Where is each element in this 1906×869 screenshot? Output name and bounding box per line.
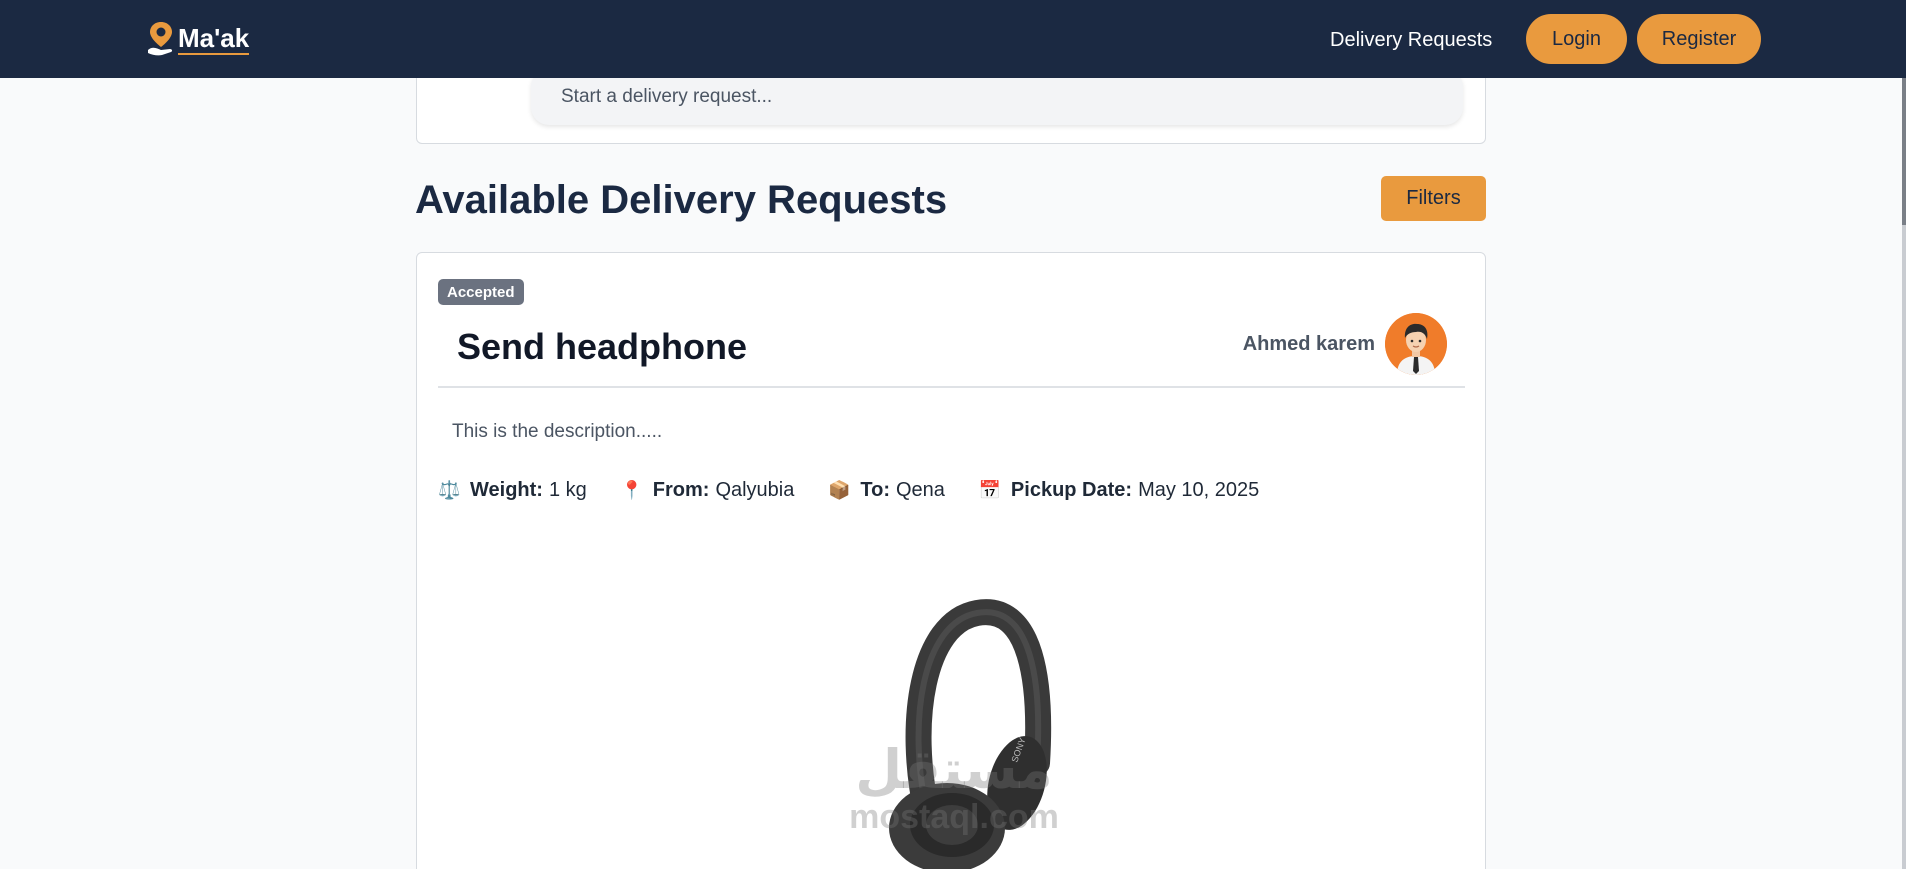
login-button[interactable]: Login [1526, 14, 1627, 64]
brand-name: Ma'ak [178, 23, 250, 55]
meta-from-label: From: [652, 479, 710, 501]
meta-weight-label: Weight: [470, 479, 543, 501]
navbar: Ma'ak Delivery Requests Login Register [0, 0, 1906, 78]
package-icon: 📦 [828, 480, 851, 500]
request-card[interactable]: Accepted Send headphone Ahmed karem This… [416, 252, 1486, 869]
pin-icon: 📍 [620, 480, 644, 500]
status-badge: Accepted [438, 279, 524, 305]
meta-weight-value: 1 kg [548, 479, 587, 501]
meta-to-value: Qena [895, 479, 945, 501]
divider [438, 386, 1465, 388]
meta-from-value: Qalyubia [715, 479, 795, 501]
meta-pickup-date: 📅 Pickup Date: May 10, 2025 [979, 479, 1259, 502]
scale-icon: ⚖️ [438, 480, 461, 500]
request-owner[interactable]: Ahmed karem [1243, 313, 1447, 375]
request-description: This is the description..... [452, 421, 663, 442]
filters-button[interactable]: Filters [1381, 176, 1486, 221]
location-pin-hand-icon [148, 22, 173, 56]
brand-logo[interactable]: Ma'ak [146, 20, 250, 58]
page-title: Available Delivery Requests [415, 178, 948, 222]
watermark-text: mostaql.com [849, 798, 1059, 836]
owner-name: Ahmed karem [1242, 332, 1375, 355]
meta-weight: ⚖️ Weight: 1 kg [438, 479, 587, 502]
meta-to: 📦 To: Qena [828, 479, 945, 502]
meta-from: 📍 From: Qalyubia [621, 479, 795, 502]
avatar[interactable] [1385, 313, 1447, 375]
scrollbar[interactable] [1902, 0, 1906, 869]
meta-pickup-date-value: May 10, 2025 [1138, 479, 1260, 501]
watermark-arabic: مستقل [855, 738, 1053, 801]
meta-to-label: To: [860, 479, 890, 501]
request-title: Send headphone [457, 326, 748, 367]
watermark: مستقل mostaql.com [839, 738, 1069, 836]
nav-link-delivery-requests[interactable]: Delivery Requests [1330, 26, 1492, 54]
request-meta: ⚖️ Weight: 1 kg 📍 From: Qalyubia 📦 To: Q… [438, 479, 1293, 502]
calendar-icon: 📅 [978, 480, 1002, 500]
meta-pickup-date-label: Pickup Date: [1010, 479, 1133, 501]
register-button[interactable]: Register [1637, 14, 1761, 64]
